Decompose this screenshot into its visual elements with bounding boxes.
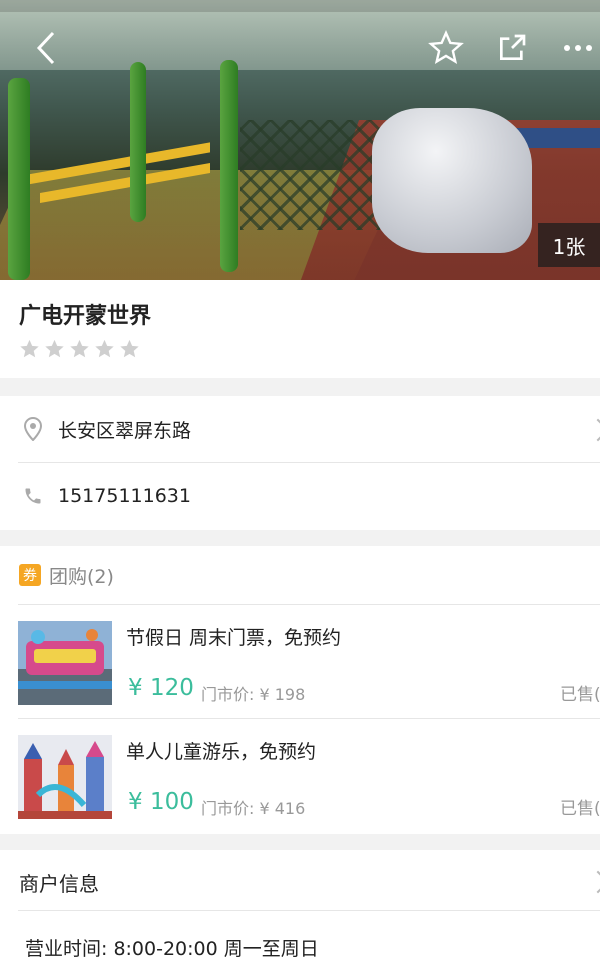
favorite-button[interactable] (424, 26, 468, 70)
address-text: 长安区翠屏东路 (58, 419, 192, 442)
photo-climbing-net (240, 120, 380, 230)
deal-thumbnail (18, 735, 112, 819)
chevron-left-icon (36, 31, 55, 65)
deal-original-price: 门市价: ¥ 416 (201, 799, 306, 818)
chevron-right-icon (586, 418, 600, 442)
status-bar (0, 0, 600, 12)
page-title: 广电开蒙世界 (19, 304, 152, 329)
photo-rock-sculpture (372, 108, 532, 253)
phone-number: 15175111631 (58, 485, 191, 507)
chevron-right-icon (586, 870, 600, 894)
back-button[interactable] (24, 26, 68, 70)
deal-sold-count: 已售( (560, 799, 600, 819)
merchant-info-title[interactable]: 商户信息 (19, 868, 99, 897)
star-icon (95, 339, 114, 358)
deal-name: 节假日 周末门票，免预约 (126, 627, 342, 649)
location-pin-icon (24, 417, 42, 441)
photo-pole (8, 78, 30, 280)
group-buy-section: 券 团购(2) 节假日 周末门票，免预约 ¥ 120 门市价: ¥ 198 已售… (0, 546, 600, 834)
coupon-icon: 券 (19, 564, 41, 586)
phone-icon (25, 488, 41, 504)
photo-pole (220, 60, 238, 272)
business-hours: 营业时间: 8:00-20:00 周一至周日 (25, 938, 319, 960)
star-icon (20, 339, 39, 358)
deal-item[interactable]: 单人儿童游乐，免预约 ¥ 100 门市价: ¥ 416 已售( (0, 719, 600, 831)
share-button[interactable] (490, 26, 534, 70)
photo-pole (130, 62, 146, 222)
star-icon (70, 339, 89, 358)
star-icon (120, 339, 139, 358)
address-row[interactable]: 长安区翠屏东路 (0, 396, 600, 462)
more-dots-icon (564, 45, 592, 51)
group-buy-header: 券 团购(2) (0, 546, 600, 604)
title-section: 广电开蒙世界 (0, 280, 600, 378)
deal-original-price: 门市价: ¥ 198 (201, 685, 306, 704)
share-icon (500, 34, 526, 60)
deal-sold-count: 已售( (560, 685, 600, 705)
divider (18, 910, 600, 911)
photo-count-badge[interactable]: 1张 (538, 223, 600, 267)
deal-thumbnail (18, 621, 112, 705)
rating-stars (18, 338, 141, 360)
deal-price: ¥ 100 (128, 789, 194, 815)
merchant-info-section: 商户信息 营业时间: 8:00-20:00 周一至周日 (0, 850, 600, 968)
deal-name: 单人儿童游乐，免预约 (126, 741, 317, 763)
star-icon (45, 339, 64, 358)
deal-item[interactable]: 节假日 周末门票，免预约 ¥ 120 门市价: ¥ 198 已售( (0, 605, 600, 717)
group-buy-title: 团购(2) (49, 565, 114, 588)
hero-photo[interactable]: 1张 (0, 0, 600, 280)
star-outline-icon (428, 30, 464, 64)
contact-section: 长安区翠屏东路 15175111631 (0, 396, 600, 530)
deal-price: ¥ 120 (128, 675, 194, 701)
phone-row[interactable]: 15175111631 (0, 463, 600, 529)
more-button[interactable] (556, 26, 600, 70)
